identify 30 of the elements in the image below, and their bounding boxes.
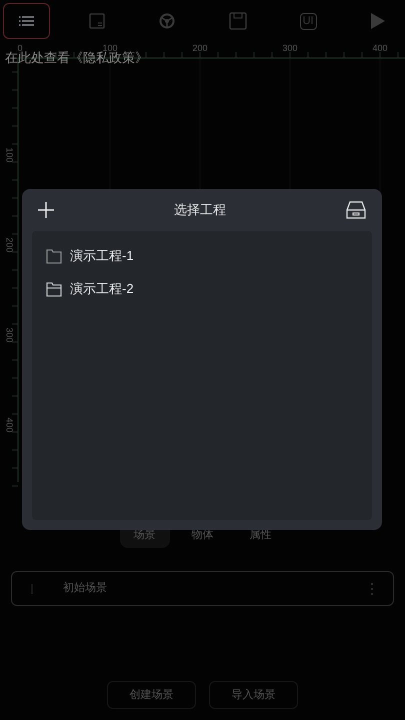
folder-icon [46,248,62,264]
add-button[interactable] [38,202,54,218]
wheel-icon [159,13,176,29]
ruler-label: 100 [4,147,15,163]
ruler-label: 100 [102,43,118,53]
save-icon [228,12,247,30]
ruler-label: 0 [18,43,22,53]
play-icon [370,12,386,30]
scene-name: 初始场景 [63,580,107,596]
ruler-label: 200 [192,43,208,53]
scene-button[interactable]: 导入场景 [209,681,298,709]
toolbar-button[interactable] [3,3,50,39]
project-item[interactable]: 演示工程-1 [32,239,372,272]
folder-icon [46,280,62,296]
scene-row[interactable]: 初始场景 [11,571,394,606]
tab[interactable]: 物体 [178,522,228,548]
ruler-label: 200 [4,237,15,253]
ruler-label: 300 [282,43,298,53]
dialog-title: 选择工程 [173,201,227,220]
scene-button[interactable]: 创建场景 [107,681,196,709]
project-item[interactable]: 演示工程-2 [32,272,372,305]
drawer-icon [346,201,366,219]
ruler-label: 400 [4,417,15,433]
ruler-label: 300 [4,327,15,343]
drawer-button[interactable] [346,201,366,219]
ruler-label: 400 [372,43,388,53]
more-icon [370,582,374,596]
drag-handle-icon [31,584,33,594]
panel-icon [88,13,105,29]
plus-icon [38,202,54,218]
